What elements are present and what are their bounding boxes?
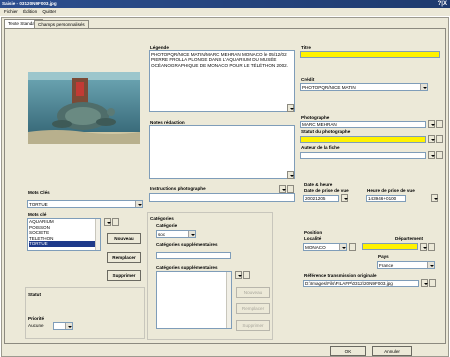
photographe-edit-button[interactable] <box>436 120 443 128</box>
mots-cle-list-label: Mots clé <box>28 212 47 217</box>
credit-select[interactable]: PHOTOPQR/NICE MATIN <box>300 83 428 91</box>
heure-prise-label: Heure de prise de vue <box>367 188 415 193</box>
localite-label: Localité <box>304 236 322 241</box>
auteur-fiche-edit-button[interactable] <box>436 151 443 159</box>
legende-textarea[interactable]: PHOTOPQR/NICE MATIN/MARC MEHRAN MONACO l… <box>149 50 295 112</box>
localite-edit-button[interactable] <box>349 243 356 251</box>
priorite-label: Priorité <box>28 316 45 321</box>
chevron-down-icon <box>65 323 72 329</box>
localite-select[interactable]: MONACO <box>303 243 347 251</box>
departement-dropdown-button[interactable] <box>420 243 427 251</box>
cat-supp-list[interactable] <box>156 271 232 329</box>
localite-value: MONACO <box>305 245 326 250</box>
instructions-textarea[interactable] <box>149 193 295 202</box>
statut-photographe-label: Statut du photographe <box>301 129 351 134</box>
departement-label: Département <box>395 236 424 241</box>
menu-fichier[interactable]: Fichier <box>4 9 18 14</box>
instructions-dropdown-button[interactable] <box>279 185 286 193</box>
priorite-select[interactable] <box>53 322 73 330</box>
cat-supp-input[interactable] <box>156 252 231 259</box>
mots-cle-dropdown-button[interactable] <box>104 218 111 226</box>
auteur-fiche-label: Auteur de la fiche <box>301 145 340 150</box>
legende-text: PHOTOPQR/NICE MATIN/MARC MEHRAN MONACO l… <box>151 52 288 68</box>
menu-edition[interactable]: Édition <box>23 9 37 14</box>
cat-supp-label: Catégories supplémentaires <box>156 242 218 247</box>
instructions-label: Instructions photographe <box>150 186 206 191</box>
instructions-edit-button[interactable] <box>287 185 294 193</box>
chevron-down-icon <box>427 262 434 268</box>
mots-cle-nouveau-button[interactable]: Nouveau <box>107 233 141 244</box>
photographe-label: Photographe <box>301 115 330 120</box>
date-prise-label: Date de prise de vue <box>304 188 349 193</box>
titre-label: Titre <box>301 45 311 50</box>
annuler-button[interactable]: Annuler <box>372 346 412 356</box>
legende-scroll-button[interactable] <box>287 104 294 112</box>
mots-cle-list-scrollbar[interactable] <box>95 219 100 250</box>
categorie-select[interactable]: soc <box>156 230 196 238</box>
mots-cle-list[interactable]: AQUARIUM POISSON SOCIETE TELETHON TORTUE <box>27 218 101 251</box>
window-title: Saisie - 03120N9F003.jpg <box>2 1 57 6</box>
cat-supp-edit-button[interactable] <box>243 271 250 279</box>
statut-photographe-dropdown-button[interactable] <box>428 135 435 143</box>
reference-dropdown-button[interactable] <box>421 279 428 287</box>
reference-edit-button[interactable] <box>429 279 436 287</box>
photo-preview <box>28 72 140 144</box>
cat-supp-dropdown-button[interactable] <box>235 271 242 279</box>
date-prise-dropdown-button[interactable] <box>341 194 348 202</box>
cat-supp-list-label: Catégories supplémentaires <box>156 265 218 270</box>
position-label: Position <box>304 230 323 235</box>
reference-label: Référence transmission originale <box>304 273 377 278</box>
list-item-selected[interactable]: TORTUE <box>29 241 100 247</box>
mots-cle-edit-button[interactable] <box>112 218 119 226</box>
menubar: Fichier Édition Quitter <box>0 8 450 16</box>
mots-cle-remplacer-button[interactable]: Remplacer <box>107 252 141 263</box>
mots-cle-supprimer-button[interactable]: Supprimer <box>107 270 141 281</box>
date-heure-label: Date & heure <box>304 182 333 187</box>
categories-label: Catégories <box>150 216 174 221</box>
departement-input[interactable] <box>362 243 418 250</box>
credit-value: PHOTOPQR/NICE MATIN <box>302 85 356 90</box>
categorie-label: Catégorie <box>156 223 178 228</box>
statut-groupbox <box>25 287 145 339</box>
chevron-down-icon <box>188 231 195 237</box>
notes-redaction-textarea[interactable] <box>149 125 295 179</box>
cat-remplacer-button[interactable]: Remplacer <box>236 303 270 314</box>
statut-photographe-input[interactable] <box>300 136 426 143</box>
cat-nouveau-button[interactable]: Nouveau <box>236 287 270 298</box>
heure-prise-input[interactable]: 143946+0100 <box>366 195 406 202</box>
statut-photographe-edit-button[interactable] <box>436 135 443 143</box>
ok-button[interactable]: OK <box>330 346 366 356</box>
mots-cles-value: TORTUE <box>29 202 48 207</box>
pays-label: Pays <box>378 254 389 259</box>
reference-input[interactable]: D:\Images\Fils\FILAFP\0312\20N9F003.jpg <box>303 280 419 287</box>
heure-prise-dropdown-button[interactable] <box>431 194 438 202</box>
statut-label: Statut <box>28 292 42 297</box>
credit-label: Crédit <box>301 77 315 82</box>
photographe-dropdown-button[interactable] <box>428 120 435 128</box>
pays-select[interactable]: France <box>377 261 435 269</box>
cat-supprimer-button[interactable]: Supprimer <box>236 320 270 331</box>
auteur-fiche-dropdown-button[interactable] <box>428 151 435 159</box>
window-controls[interactable]: ?|X <box>438 0 447 8</box>
menu-quitter[interactable]: Quitter <box>42 9 56 14</box>
pays-value: France <box>379 263 394 268</box>
chevron-down-icon <box>420 84 427 90</box>
photo-image <box>28 72 140 144</box>
titre-input[interactable] <box>300 51 440 58</box>
auteur-fiche-input[interactable] <box>300 152 426 159</box>
chevron-down-icon <box>339 244 346 250</box>
chevron-down-icon <box>135 201 142 207</box>
departement-edit-button[interactable] <box>428 243 435 251</box>
cat-supp-list-scrollbar[interactable] <box>226 272 231 328</box>
window-titlebar: Saisie - 03120N9F003.jpg ?|X <box>0 0 450 8</box>
date-prise-input[interactable]: 20021205 <box>303 195 339 202</box>
mots-cles-select[interactable]: TORTUE <box>27 200 143 208</box>
notes-scroll-button[interactable] <box>287 171 294 179</box>
photographe-input[interactable]: MARC MEHRAN <box>300 121 426 128</box>
mots-cles-label: Mots Clés <box>28 190 50 195</box>
categorie-value: soc <box>158 232 166 237</box>
priorite-value-text: Aucune <box>28 323 44 328</box>
